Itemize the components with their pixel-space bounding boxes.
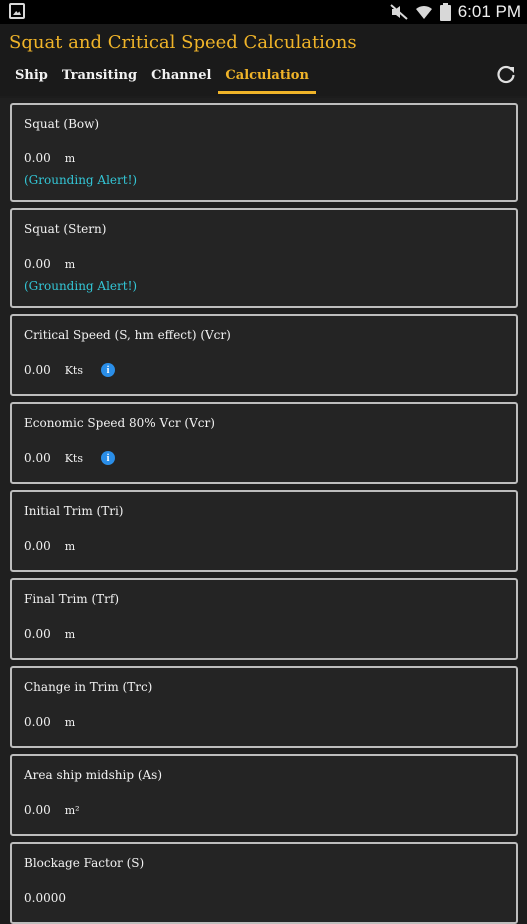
result-card-squat-stern: Squat (Stern) 0.00 m (Grounding Alert!) <box>10 208 518 308</box>
wifi-icon <box>415 5 432 19</box>
app-title: Squat and Critical Speed Calculations <box>9 32 357 53</box>
result-card-economic-speed: Economic Speed 80% Vcr (Vcr) 0.00 Kts i <box>10 402 518 484</box>
result-unit: m <box>64 257 76 271</box>
result-title: Squat (Bow) <box>24 117 100 131</box>
tab-calculation[interactable]: Calculation <box>218 66 316 94</box>
status-time: 6:01 PM <box>457 2 521 21</box>
result-value: 0.00 <box>24 363 51 377</box>
refresh-button[interactable] <box>495 64 517 86</box>
result-value: 0.00 <box>24 539 51 553</box>
result-card-critical-speed: Critical Speed (S, hm effect) (Vcr) 0.00… <box>10 314 518 396</box>
result-title: Initial Trim (Tri) <box>24 504 124 518</box>
result-value: 0.00 <box>24 627 51 641</box>
result-value-row: 0.00 m <box>24 715 75 729</box>
result-value-row: 0.00 Kts i <box>24 451 116 465</box>
status-icons: 6:01 PM <box>390 0 521 24</box>
result-value: 0.00 <box>24 715 51 729</box>
result-card-area-midship: Area ship midship (As) 0.00 m² <box>10 754 518 836</box>
result-unit: m <box>64 715 76 729</box>
result-card-final-trim: Final Trim (Trf) 0.00 m <box>10 578 518 660</box>
image-icon <box>9 3 25 19</box>
result-value: 0.0000 <box>24 891 66 905</box>
result-unit: Kts <box>64 363 84 377</box>
result-title: Economic Speed 80% Vcr (Vcr) <box>24 416 215 430</box>
result-value: 0.00 <box>24 151 51 165</box>
result-value-row: 0.00 m <box>24 151 75 165</box>
result-unit: m <box>64 627 76 641</box>
tab-transiting[interactable]: Transiting <box>55 66 144 94</box>
result-unit: m <box>64 539 76 553</box>
result-card-blockage-factor: Blockage Factor (S) 0.0000 <box>10 842 518 924</box>
result-card-change-in-trim: Change in Trim (Trc) 0.00 m <box>10 666 518 748</box>
info-icon[interactable]: i <box>101 451 116 465</box>
result-value-row: 0.00 m <box>24 257 75 271</box>
tab-ship[interactable]: Ship <box>8 66 55 94</box>
result-value: 0.00 <box>24 803 51 817</box>
result-value-row: 0.00 m <box>24 539 75 553</box>
result-title: Blockage Factor (S) <box>24 856 145 870</box>
battery-icon <box>439 3 451 21</box>
tab-bar: Ship Transiting Channel Calculation <box>8 66 316 94</box>
result-card-initial-trim: Initial Trim (Tri) 0.00 m <box>10 490 518 572</box>
result-unit: Kts <box>64 451 84 465</box>
info-icon[interactable]: i <box>101 363 116 377</box>
result-unit: m <box>64 151 76 165</box>
mute-icon <box>390 4 408 20</box>
result-card-squat-bow: Squat (Bow) 0.00 m (Grounding Alert!) <box>10 103 518 202</box>
status-bar: 6:01 PM <box>0 0 527 24</box>
result-value-row: 0.00 m <box>24 627 75 641</box>
refresh-icon <box>497 65 515 84</box>
tab-channel[interactable]: Channel <box>144 66 218 94</box>
app-bar: Squat and Critical Speed Calculations Sh… <box>0 24 527 96</box>
result-title: Area ship midship (As) <box>24 768 162 782</box>
result-title: Change in Trim (Trc) <box>24 680 153 694</box>
result-value-row: 0.00 Kts i <box>24 363 116 377</box>
results-list[interactable]: Squat (Bow) 0.00 m (Grounding Alert!) Sq… <box>0 98 527 924</box>
result-value-row: 0.00 m² <box>24 803 80 817</box>
result-value: 0.00 <box>24 451 51 465</box>
result-title: Final Trim (Trf) <box>24 592 120 606</box>
grounding-alert: (Grounding Alert!) <box>24 173 138 187</box>
result-unit: m² <box>64 803 80 817</box>
result-value: 0.00 <box>24 257 51 271</box>
result-title: Critical Speed (S, hm effect) (Vcr) <box>24 328 231 342</box>
grounding-alert: (Grounding Alert!) <box>24 279 138 293</box>
result-value-row: 0.0000 <box>24 891 66 905</box>
result-title: Squat (Stern) <box>24 222 107 236</box>
